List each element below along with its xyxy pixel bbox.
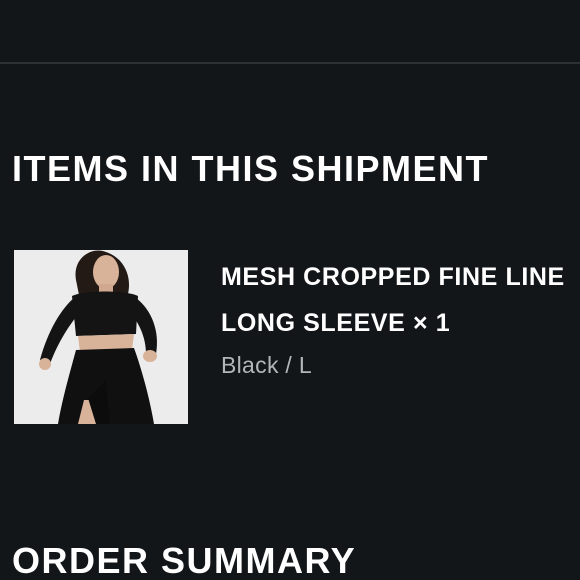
item-quantity: × 1 [412, 309, 451, 337]
item-name[interactable]: MESH CROPPED FINE LINE LONG SLEEVE [221, 263, 565, 337]
product-photo-icon [14, 250, 188, 424]
shipment-item[interactable]: MESH CROPPED FINE LINE LONG SLEEVE × 1 B… [14, 250, 574, 430]
top-divider [0, 62, 580, 64]
item-name-line[interactable]: MESH CROPPED FINE LINE LONG SLEEVE × 1 [221, 254, 571, 346]
order-page: ITEMS IN THIS SHIPMENT MESH CROPPED FINE… [0, 0, 580, 580]
item-variant: Black / L [221, 352, 312, 378]
product-thumbnail[interactable] [14, 250, 188, 424]
item-details: MESH CROPPED FINE LINE LONG SLEEVE × 1 B… [221, 254, 571, 380]
order-summary-title: ORDER SUMMARY [12, 540, 357, 580]
shipment-section-title: ITEMS IN THIS SHIPMENT [12, 148, 490, 189]
